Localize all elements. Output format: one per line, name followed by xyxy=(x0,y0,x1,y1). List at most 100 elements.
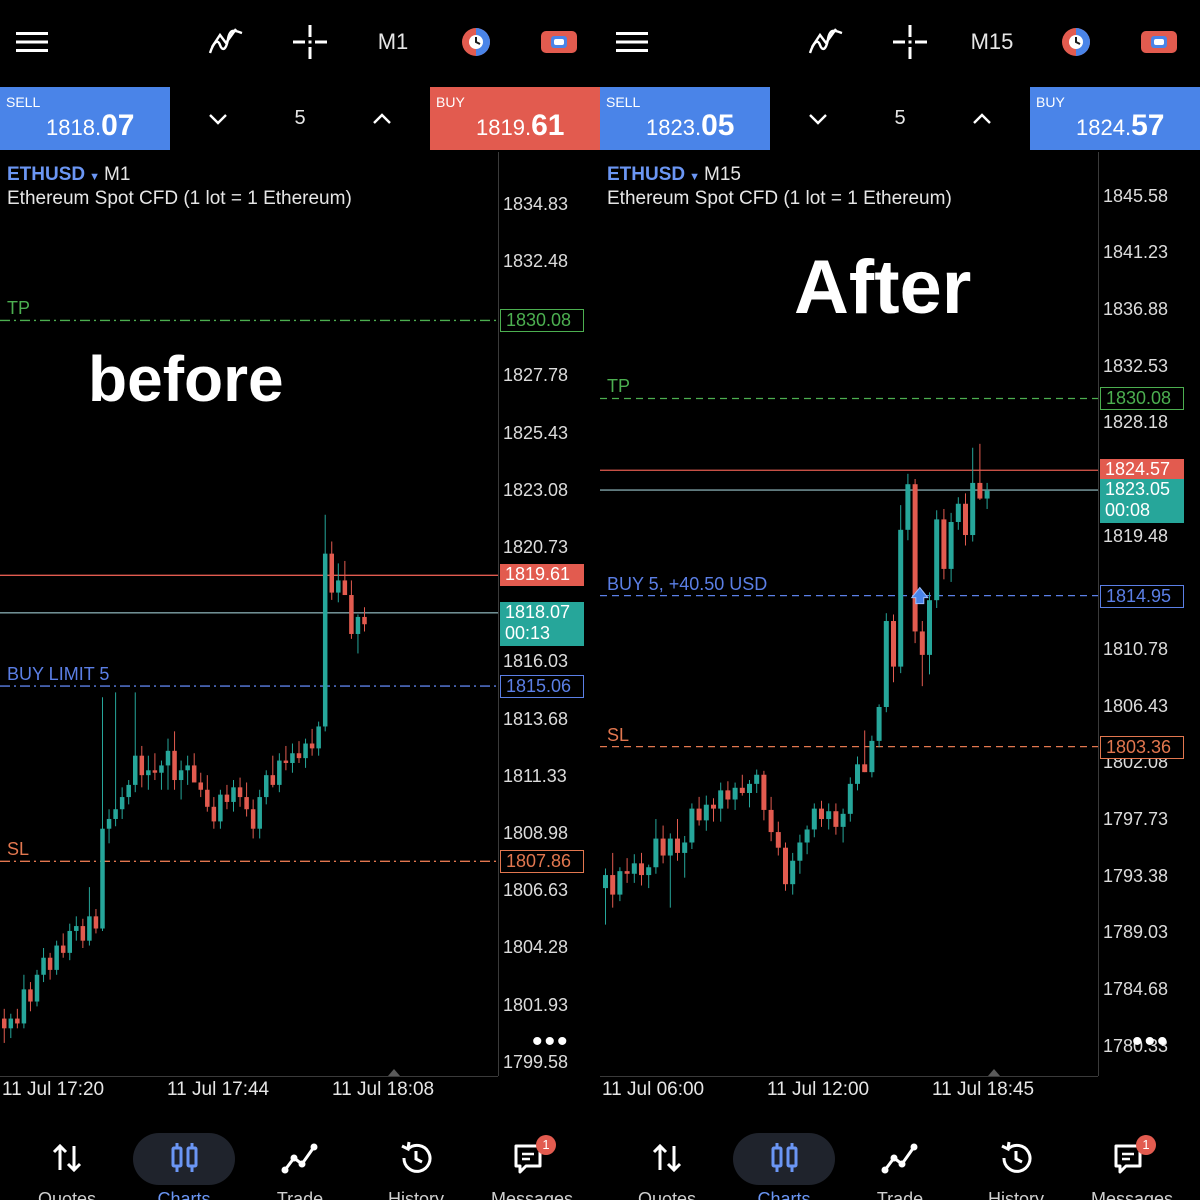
buy-limit-price-tag: 1815.06 xyxy=(500,675,584,699)
candle xyxy=(178,760,184,800)
candle xyxy=(309,728,315,756)
candle xyxy=(934,510,940,608)
time-tick: 11 Jul 17:44 xyxy=(167,1079,270,1100)
nav-history[interactable]: History xyxy=(361,1125,471,1200)
messages-badge: 1 xyxy=(536,1135,556,1155)
price-tick: 1797.73 xyxy=(1103,808,1169,829)
buy-price-prefix: 1824. xyxy=(1076,115,1132,140)
candle xyxy=(211,797,217,829)
symbol-dropdown-icon[interactable]: ▼ xyxy=(689,171,700,183)
price-tick: 1793.38 xyxy=(1103,865,1169,886)
symbol-dropdown-icon[interactable]: ▼ xyxy=(89,171,100,183)
nav-history[interactable]: History xyxy=(961,1125,1071,1200)
time-tick: 11 Jul 06:00 xyxy=(602,1079,705,1100)
crosshair-icon[interactable] xyxy=(890,22,930,62)
price-tick: 1808.98 xyxy=(503,823,569,844)
candle xyxy=(191,753,197,783)
price-tick: 1827.78 xyxy=(503,365,569,386)
sell-button[interactable]: SELL 1818.07 xyxy=(0,87,170,150)
candle xyxy=(855,756,860,791)
price-chart[interactable]: ETHUSD ▼ M15 Ethereum Spot CFD (1 lot = 1 … xyxy=(600,152,1200,1077)
scroll-marker-icon[interactable] xyxy=(988,1069,1000,1076)
more-options-icon[interactable]: ••• xyxy=(532,1027,570,1057)
bottom-navigation: Quotes Charts Trade History 1 Messages xyxy=(0,1125,600,1200)
candle xyxy=(804,825,810,855)
trade-icon[interactable] xyxy=(1138,22,1180,62)
candle xyxy=(718,782,724,822)
buy-label: BUY xyxy=(436,94,465,110)
scroll-marker-icon[interactable] xyxy=(388,1069,400,1076)
symbol-description: Ethereum Spot CFD (1 lot = 1 Ethereum) xyxy=(607,188,952,209)
take-profit-label: TP xyxy=(607,376,631,397)
buy-button[interactable]: BUY 1824.57 xyxy=(1030,87,1200,150)
time-axis: 11 Jul 17:20 11 Jul 17:44 11 Jul 18:08 xyxy=(0,1076,600,1106)
hamburger-menu-icon[interactable] xyxy=(14,22,50,62)
candle xyxy=(231,780,236,812)
sell-price-big: 07 xyxy=(101,109,135,142)
nav-messages[interactable]: 1 Messages xyxy=(1077,1125,1187,1200)
objects-icon[interactable] xyxy=(1056,22,1096,62)
nav-messages[interactable]: 1 Messages xyxy=(477,1125,587,1200)
crosshair-icon[interactable] xyxy=(290,22,330,62)
candle xyxy=(703,795,709,831)
stop-loss-price-tag: 1803.36 xyxy=(1100,735,1184,759)
sell-button[interactable]: SELL 1823.05 xyxy=(600,87,770,150)
sell-price-prefix: 1818. xyxy=(46,115,102,140)
buy-button[interactable]: BUY 1819.61 xyxy=(430,87,600,150)
more-options-icon[interactable]: ••• xyxy=(1132,1027,1170,1057)
candle xyxy=(840,808,846,843)
trade-line-icon xyxy=(281,1143,318,1174)
hamburger-menu-icon[interactable] xyxy=(614,22,650,62)
time-tick: 11 Jul 12:00 xyxy=(767,1079,870,1100)
price-chart[interactable]: ETHUSD ▼ M1 Ethereum Spot CFD (1 lot = 1 E… xyxy=(0,152,600,1077)
nav-trade[interactable]: Trade xyxy=(845,1125,955,1200)
candle xyxy=(689,803,695,850)
indicators-icon[interactable] xyxy=(806,22,846,62)
chevron-up-icon[interactable] xyxy=(370,107,394,131)
sell-price-prefix: 1823. xyxy=(646,115,702,140)
nav-charts[interactable]: Charts xyxy=(129,1125,239,1200)
candle xyxy=(87,887,92,946)
nav-charts[interactable]: Charts xyxy=(729,1125,839,1200)
ask-price-tag: 1819.61 xyxy=(500,564,584,587)
candle xyxy=(133,692,138,793)
symbol-header[interactable]: ETHUSD ▼ M1 xyxy=(7,164,130,186)
symbol-name[interactable]: ETHUSD xyxy=(607,164,685,185)
one-click-trading-bar: SELL 1818.07 5 BUY 1819.61 xyxy=(0,87,600,150)
price-tick: 1816.03 xyxy=(503,651,569,672)
nav-quotes[interactable]: Quotes xyxy=(12,1125,122,1200)
candle xyxy=(205,775,210,812)
indicators-icon[interactable] xyxy=(206,22,246,62)
objects-icon[interactable] xyxy=(456,22,496,62)
chevron-up-icon[interactable] xyxy=(970,107,994,131)
trade-icon[interactable] xyxy=(538,22,580,62)
price-tick: 1836.88 xyxy=(1103,298,1169,319)
timeframe-button[interactable]: M15 xyxy=(962,22,1022,62)
candle xyxy=(316,721,321,756)
candle xyxy=(93,909,99,934)
candle xyxy=(919,621,925,687)
position-price-tag: 1814.95 xyxy=(1100,584,1184,608)
candle xyxy=(869,735,875,778)
nav-quotes[interactable]: Quotes xyxy=(612,1125,722,1200)
candle xyxy=(146,755,151,790)
candle xyxy=(165,738,171,790)
nav-trade[interactable]: Trade xyxy=(245,1125,355,1200)
symbol-name[interactable]: ETHUSD xyxy=(7,164,85,185)
timeframe-button[interactable]: M1 xyxy=(368,22,418,62)
candle xyxy=(617,867,623,902)
candle xyxy=(113,692,118,827)
price-tick: 1784.68 xyxy=(1103,978,1169,999)
candle xyxy=(826,803,832,830)
candle xyxy=(847,777,853,822)
price-tick: 1804.28 xyxy=(503,937,569,958)
sell-label: SELL xyxy=(606,94,641,110)
one-click-trading-bar: SELL 1823.05 5 BUY 1824.57 xyxy=(600,87,1200,150)
top-toolbar: M1 xyxy=(0,0,600,86)
quotes-arrows-icon xyxy=(652,1143,682,1173)
bar-countdown: 00:08 xyxy=(1105,500,1151,521)
symbol-header[interactable]: ETHUSD ▼ M15 xyxy=(607,164,741,186)
bar-countdown: 00:13 xyxy=(505,622,551,643)
buy-limit-label: BUY LIMIT 5 xyxy=(7,664,110,685)
time-tick: 11 Jul 18:45 xyxy=(932,1079,1035,1100)
